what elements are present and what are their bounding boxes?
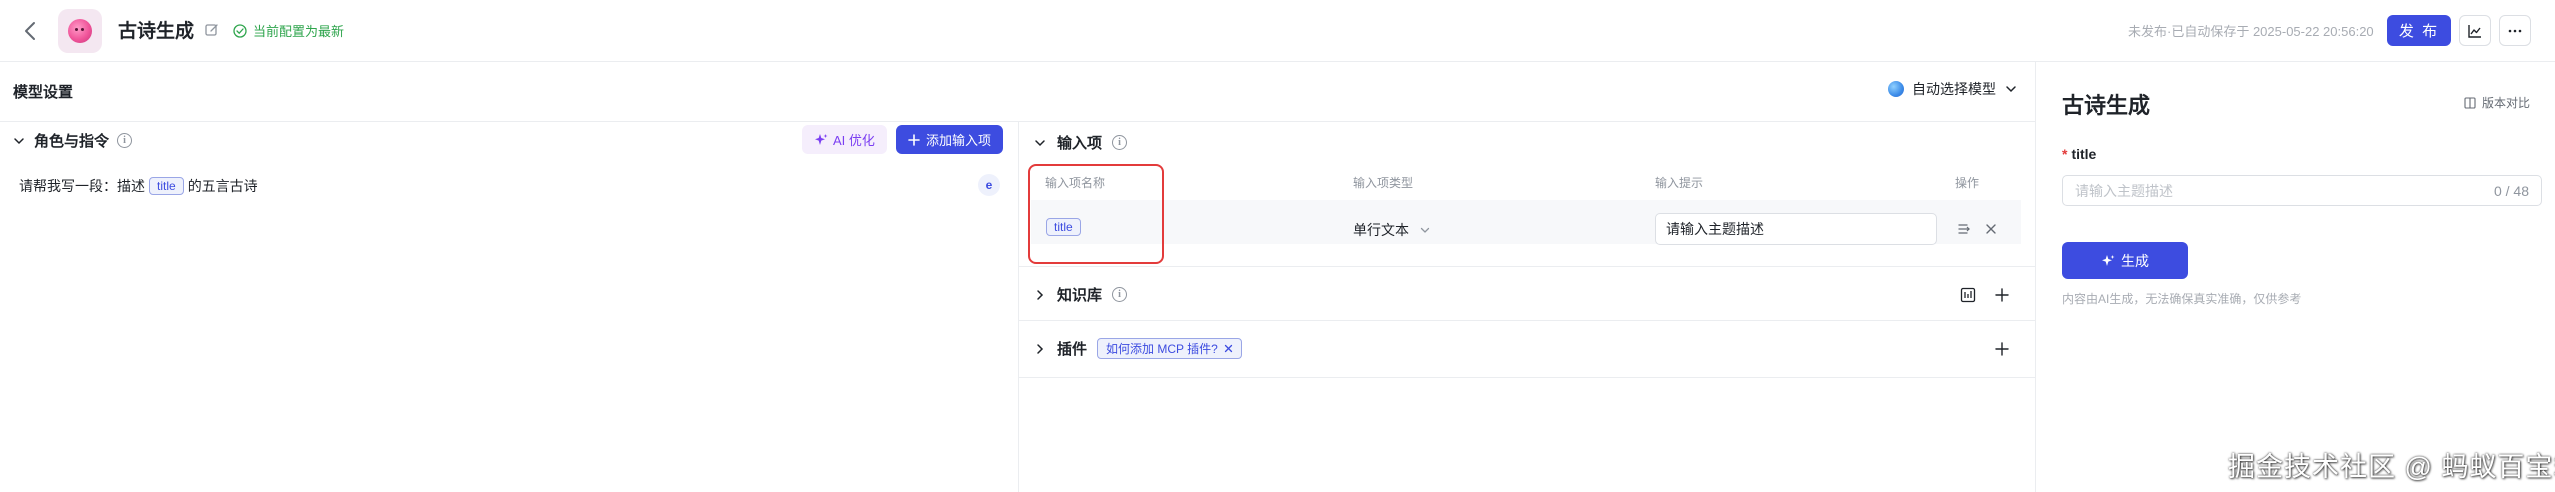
info-icon[interactable]: i xyxy=(1112,287,1128,302)
edit-icon[interactable] xyxy=(204,22,220,38)
sparkle-icon xyxy=(2101,254,2115,268)
generate-button[interactable]: 生成 xyxy=(2062,242,2188,279)
knowledge-section-header[interactable]: 知识库 i xyxy=(1033,284,1128,305)
app-icon xyxy=(58,9,102,53)
chevron-down-icon xyxy=(1419,224,1431,236)
ai-optimize-label: AI 优化 xyxy=(833,133,875,148)
prompt-editor[interactable]: 请帮我写一段：描述 title 的五言古诗 xyxy=(19,176,258,196)
inputs-section-header[interactable]: 输入项 i xyxy=(1033,132,1128,153)
assistant-icon[interactable]: e xyxy=(978,174,1000,196)
plus-icon xyxy=(908,133,920,146)
model-select-label: 自动选择模型 xyxy=(1912,81,1996,97)
config-panel: 输入项 i 输入项名称 输入项类型 输入提示 操作 title 单行文本 请输入… xyxy=(1018,122,2036,492)
input-hint-field[interactable]: 请输入主题描述 xyxy=(1655,213,1937,245)
close-icon[interactable] xyxy=(1224,344,1233,353)
add-plugin-icon[interactable] xyxy=(1994,341,2010,357)
version-compare-label: 版本对比 xyxy=(2482,96,2531,110)
check-circle-icon xyxy=(233,23,247,38)
divider xyxy=(1019,320,2036,321)
save-status-text: 当前配置为最新 xyxy=(253,24,345,39)
chevron-down-icon xyxy=(1033,136,1047,150)
app-title: 古诗生成 xyxy=(118,21,195,42)
ai-optimize-button[interactable]: AI 优化 xyxy=(802,125,887,154)
version-compare-button[interactable]: 版本对比 xyxy=(2464,94,2530,111)
sparkle-icon xyxy=(814,133,828,147)
chevron-right-icon xyxy=(1033,288,1047,302)
compare-icon xyxy=(2464,96,2476,109)
row-settings-icon[interactable] xyxy=(1957,222,1971,236)
generate-label: 生成 xyxy=(2121,252,2149,269)
watermark: 掘金技术社区 @ 蚂蚁百宝箱 xyxy=(2228,452,2555,482)
column-header-actions: 操作 xyxy=(1955,176,1980,190)
preview-title: 古诗生成 xyxy=(2062,93,2151,118)
column-header-type: 输入项类型 xyxy=(1353,176,1414,190)
chart-line-icon xyxy=(2467,23,2483,39)
mcp-help-label: 如何添加 MCP 插件? xyxy=(1106,342,1218,356)
autosave-meta: 未发布·已自动保存于 2025-05-22 20:56:20 xyxy=(2128,24,2374,39)
add-input-button[interactable]: 添加输入项 xyxy=(896,125,1004,154)
prompt-text-after: 的五言古诗 xyxy=(187,178,258,194)
knowledge-settings-icon[interactable] xyxy=(1960,287,1976,303)
required-mark: * xyxy=(2062,146,2068,162)
preview-panel: 古诗生成 版本对比 * title 请输入主题描述 0 / 48 生成 内容由AI… xyxy=(2035,62,2555,492)
save-status: 当前配置为最新 xyxy=(233,21,344,40)
back-icon[interactable] xyxy=(18,18,44,44)
chevron-down-icon xyxy=(2004,82,2018,96)
inputs-section-title: 输入项 xyxy=(1057,135,1103,152)
analytics-button[interactable] xyxy=(2459,15,2491,46)
add-input-label: 添加输入项 xyxy=(926,133,992,148)
role-section-header[interactable]: 角色与指令 i xyxy=(12,130,133,151)
column-header-hint: 输入提示 xyxy=(1655,176,1704,190)
chevron-right-icon xyxy=(1033,342,1047,356)
chevron-down-icon xyxy=(12,134,26,148)
top-bar: 古诗生成 当前配置为最新 未发布·已自动保存于 2025-05-22 20:56… xyxy=(0,0,2555,62)
knowledge-section-title: 知识库 xyxy=(1057,287,1103,304)
plugins-section-header[interactable]: 插件 如何添加 MCP 插件? xyxy=(1033,338,1242,359)
char-counter: 0 / 48 xyxy=(2493,182,2529,199)
plugins-section-title: 插件 xyxy=(1057,341,1088,358)
role-panel: 角色与指令 i AI 优化 添加输入项 请帮我写一段：描述 title 的五言古… xyxy=(0,62,1018,492)
publish-button[interactable]: 发 布 xyxy=(2387,15,2451,46)
more-icon xyxy=(2507,23,2523,39)
prompt-text-before: 请帮我写一段：描述 xyxy=(19,178,145,194)
model-globe-icon xyxy=(1888,81,1904,97)
info-icon[interactable]: i xyxy=(117,133,133,148)
divider xyxy=(1019,377,2036,378)
add-knowledge-icon[interactable] xyxy=(1994,287,2010,303)
title-input[interactable]: 请输入主题描述 0 / 48 xyxy=(2062,175,2542,206)
role-section-title: 角色与指令 xyxy=(34,133,110,150)
close-icon[interactable] xyxy=(1984,222,1998,236)
title-input-placeholder: 请输入主题描述 xyxy=(2075,182,2173,199)
highlight-box xyxy=(1028,164,1164,264)
more-button[interactable] xyxy=(2499,15,2531,46)
mcp-help-tag[interactable]: 如何添加 MCP 插件? xyxy=(1097,338,1242,359)
divider xyxy=(1019,266,2036,267)
input-type-value: 单行文本 xyxy=(1353,222,1409,238)
field-label: * title xyxy=(2062,146,2096,162)
info-icon[interactable]: i xyxy=(1112,135,1128,150)
ai-disclaimer: 内容由AI生成，无法确保真实准确，仅供参考 xyxy=(2062,292,2302,306)
input-type-select[interactable]: 单行文本 xyxy=(1353,220,1431,240)
model-select[interactable]: 自动选择模型 xyxy=(1888,79,2018,99)
field-label-text: title xyxy=(2071,146,2097,162)
prompt-variable-tag[interactable]: title xyxy=(149,177,184,195)
